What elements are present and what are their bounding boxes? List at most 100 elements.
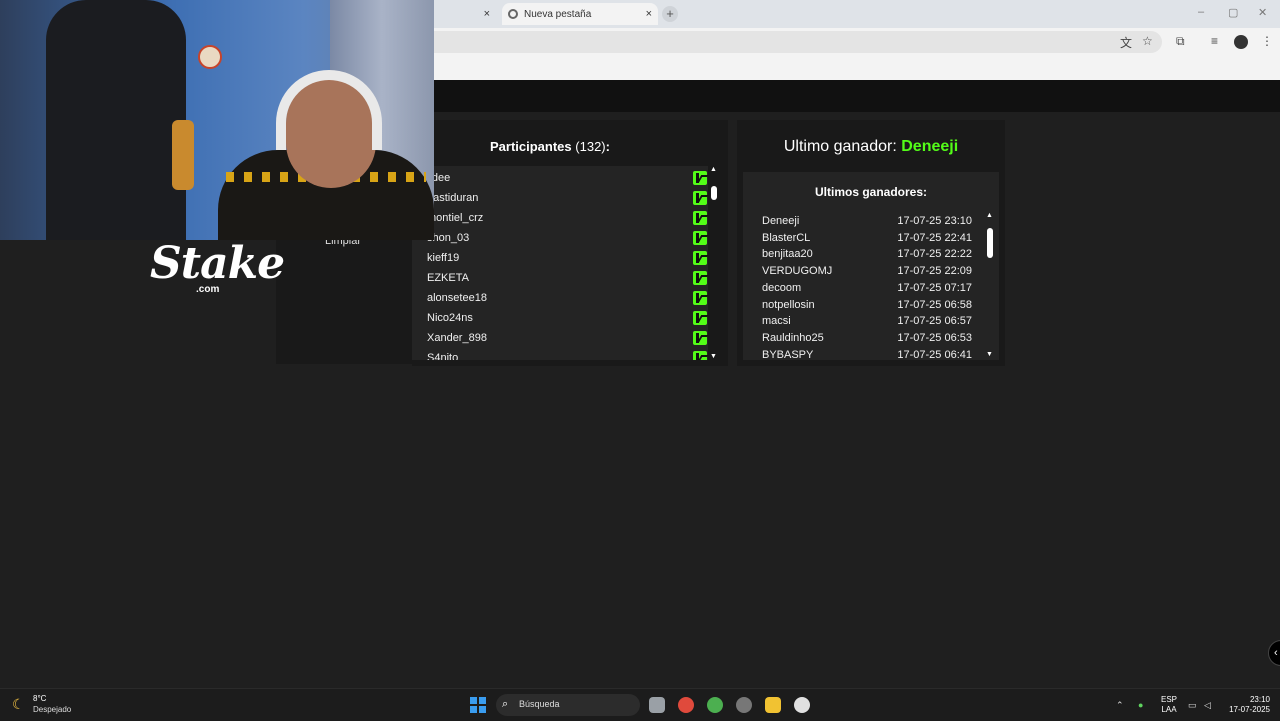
list-item[interactable]: Nico24ns [427, 308, 707, 328]
webcam-overlay [0, 0, 434, 240]
file-explorer-icon[interactable] [765, 697, 781, 713]
profile-avatar[interactable] [1234, 35, 1248, 49]
list-item[interactable]: S4nito [427, 348, 707, 360]
lang-code: ESP [1161, 695, 1178, 704]
winner-name: benjitaa20 [762, 248, 813, 261]
kick-icon [693, 351, 707, 360]
task-view-icon[interactable] [649, 697, 665, 713]
kick-icon [693, 171, 707, 185]
winner-row: VERDUGOMJ 17-07-25 22:09 [762, 263, 972, 280]
chrome-icon[interactable] [678, 697, 694, 713]
winner-row: Deneeji 17-07-25 23:10 [762, 213, 972, 230]
search-box[interactable]: ⌕ Búsqueda [496, 694, 640, 716]
participants-list[interactable]: lidee aastiduran montiel_crz shon_03 kieff19… [412, 166, 708, 360]
participant-name: aastiduran [427, 192, 479, 204]
winner-time: 17-07-25 06:53 [897, 331, 972, 344]
scroll-down-icon[interactable]: ▼ [710, 353, 717, 360]
search-icon: ⌕ [502, 698, 509, 710]
winners-list-title: Ultimos ganadores: [814, 185, 928, 199]
minimize-icon[interactable]: – [1198, 6, 1204, 18]
network-icon[interactable]: ▭ [1188, 700, 1197, 711]
collapse-arrow-button[interactable]: ‹ [1268, 640, 1280, 666]
stake-logo-word: Stake [150, 238, 285, 289]
participant-name: Nico24ns [427, 312, 473, 324]
winners-list[interactable]: Ultimos ganadores: Deneeji 17-07-25 23:10… [743, 172, 999, 360]
winner-time: 17-07-25 07:17 [897, 281, 972, 294]
extensions-icon[interactable]: ⧉ [1176, 34, 1185, 49]
wall-badge [198, 45, 222, 69]
winner-row: BYBASPY 17-07-25 06:41 [762, 347, 972, 360]
close-window-icon[interactable]: ✕ [1258, 6, 1267, 19]
maximize-icon[interactable]: ▢ [1228, 6, 1238, 19]
stake-logo: Stake .com [150, 238, 285, 295]
language-indicator[interactable]: ESP LAA [1161, 695, 1177, 715]
scroll-up-icon[interactable]: ▲ [986, 212, 993, 219]
list-item[interactable]: aastiduran [427, 188, 707, 208]
list-item[interactable]: EZKETA [427, 268, 707, 288]
scroll-down-icon[interactable]: ▼ [986, 351, 993, 358]
participant-name: Xander_898 [427, 332, 487, 344]
windows-start-icon[interactable] [470, 697, 486, 713]
list-item[interactable]: shon_03 [427, 228, 707, 248]
new-tab-button[interactable]: + [662, 6, 678, 22]
winner-name: macsi [762, 315, 791, 328]
winner-time: 17-07-25 06:58 [897, 298, 972, 311]
microphone-icon[interactable]: ● [1138, 700, 1143, 710]
participants-scrollbar[interactable]: ▲ ▼ [708, 166, 720, 360]
winner-time: 17-07-25 22:22 [897, 248, 972, 261]
kick-icon [693, 191, 707, 205]
close-tab-icon[interactable]: × [646, 8, 652, 20]
list-item[interactable]: Xander_898 [427, 328, 707, 348]
winner-name: BlasterCL [762, 231, 811, 244]
clock-date: 17-07-2025 [1229, 705, 1270, 714]
participant-name: alonsetee18 [427, 292, 487, 304]
kick-icon [693, 331, 707, 345]
winners-scrollbar[interactable]: ▲ ▼ [985, 212, 995, 358]
kick-icon [693, 271, 707, 285]
list-item[interactable]: alonsetee18 [427, 288, 707, 308]
tab-new-tab[interactable]: Nueva pestaña × [502, 3, 658, 25]
bookmark-star-icon[interactable]: ☆ [1142, 34, 1153, 48]
left-panel [276, 240, 412, 364]
winner-name: BYBASPY [762, 348, 814, 360]
background-person [46, 0, 186, 240]
winner-time: 17-07-25 06:57 [897, 315, 972, 328]
scroll-thumb[interactable] [711, 186, 717, 200]
participant-name: kieff19 [427, 252, 460, 264]
last-winner-label: Ultimo ganador: [783, 138, 897, 155]
menu-dots-icon[interactable]: ⋮ [1261, 34, 1273, 48]
volume-icon[interactable]: ◁ [1204, 700, 1211, 711]
winner-name: Rauldinho25 [762, 331, 824, 344]
media-control-icon[interactable]: ≡ [1211, 34, 1218, 48]
participant-name: S4nito [427, 352, 459, 360]
weather-desc[interactable]: Despejado [33, 705, 71, 714]
list-item[interactable]: montiel_crz [427, 208, 707, 228]
close-tab-icon[interactable]: × [484, 8, 490, 20]
weather-temp[interactable]: 8°C [33, 694, 46, 703]
app-icon[interactable] [736, 697, 752, 713]
scroll-thumb[interactable] [987, 228, 993, 258]
media-player-icon[interactable] [794, 697, 810, 713]
winner-row: decoom 17-07-25 07:17 [762, 280, 972, 297]
clock[interactable]: 23:10 17-07-2025 [1222, 695, 1270, 715]
list-item[interactable]: kieff19 [427, 248, 707, 268]
address-bar[interactable] [434, 31, 1162, 53]
participants-title: Participantes (132): [412, 139, 688, 154]
tab-previous[interactable]: × [434, 3, 496, 25]
list-item[interactable]: lidee [427, 168, 707, 188]
winner-time: 17-07-25 06:41 [897, 348, 972, 360]
moon-icon[interactable]: ☾ [12, 696, 25, 713]
participants-colon: : [605, 139, 610, 154]
winner-row: BlasterCL 17-07-25 22:41 [762, 230, 972, 247]
chevron-up-icon[interactable]: ⌃ [1116, 700, 1124, 711]
scroll-up-icon[interactable]: ▲ [710, 166, 717, 173]
translate-icon[interactable]: 文 [1120, 34, 1132, 51]
kick-icon [693, 211, 707, 225]
winner-name: notpellosin [762, 298, 815, 311]
winner-row: notpellosin 17-07-25 06:58 [762, 297, 972, 314]
winner-time: 17-07-25 22:09 [897, 265, 972, 278]
chrome-profile-icon[interactable] [707, 697, 723, 713]
participants-label: Participantes [490, 139, 572, 154]
winner-row: Rauldinho25 17-07-25 06:53 [762, 330, 972, 347]
kick-icon [693, 311, 707, 325]
